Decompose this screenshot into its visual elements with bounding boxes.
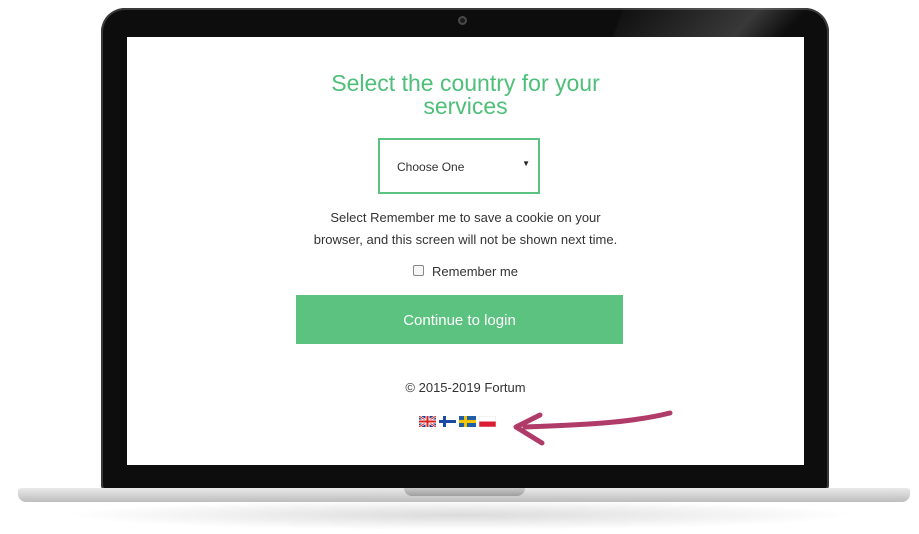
- cookie-info-text: Select Remember me to save a cookie on y…: [127, 207, 804, 251]
- cookie-info-line-2: browser, and this screen will not be sho…: [313, 232, 618, 247]
- dropdown-arrow-icon: ▼: [522, 159, 530, 168]
- finland-flag-icon[interactable]: [439, 416, 456, 427]
- remember-me-label[interactable]: Remember me: [432, 264, 518, 279]
- camera-icon: [458, 16, 467, 25]
- page-title: Select the country for your services: [127, 72, 804, 118]
- remember-me-checkbox[interactable]: [413, 265, 425, 277]
- cookie-info-line-1: Select Remember me to save a cookie on y…: [330, 210, 601, 225]
- poland-flag-icon[interactable]: [479, 416, 496, 427]
- annotation-arrow-icon: [513, 410, 673, 446]
- sweden-flag-icon[interactable]: [459, 416, 476, 427]
- country-select-value: Choose One: [397, 160, 465, 174]
- login-screen: Select the country for your services Cho…: [127, 37, 804, 465]
- continue-to-login-button[interactable]: Continue to login: [296, 295, 623, 344]
- copyright-text: © 2015-2019 Fortum: [405, 380, 526, 395]
- remember-me-row: Remember me: [127, 264, 804, 279]
- laptop-hinge-notch: [404, 488, 525, 496]
- page-title-text: Select the country for your services: [331, 70, 600, 119]
- laptop-shadow: [60, 500, 860, 530]
- country-select[interactable]: Choose One ▼: [378, 138, 540, 194]
- uk-flag-icon[interactable]: [419, 416, 436, 427]
